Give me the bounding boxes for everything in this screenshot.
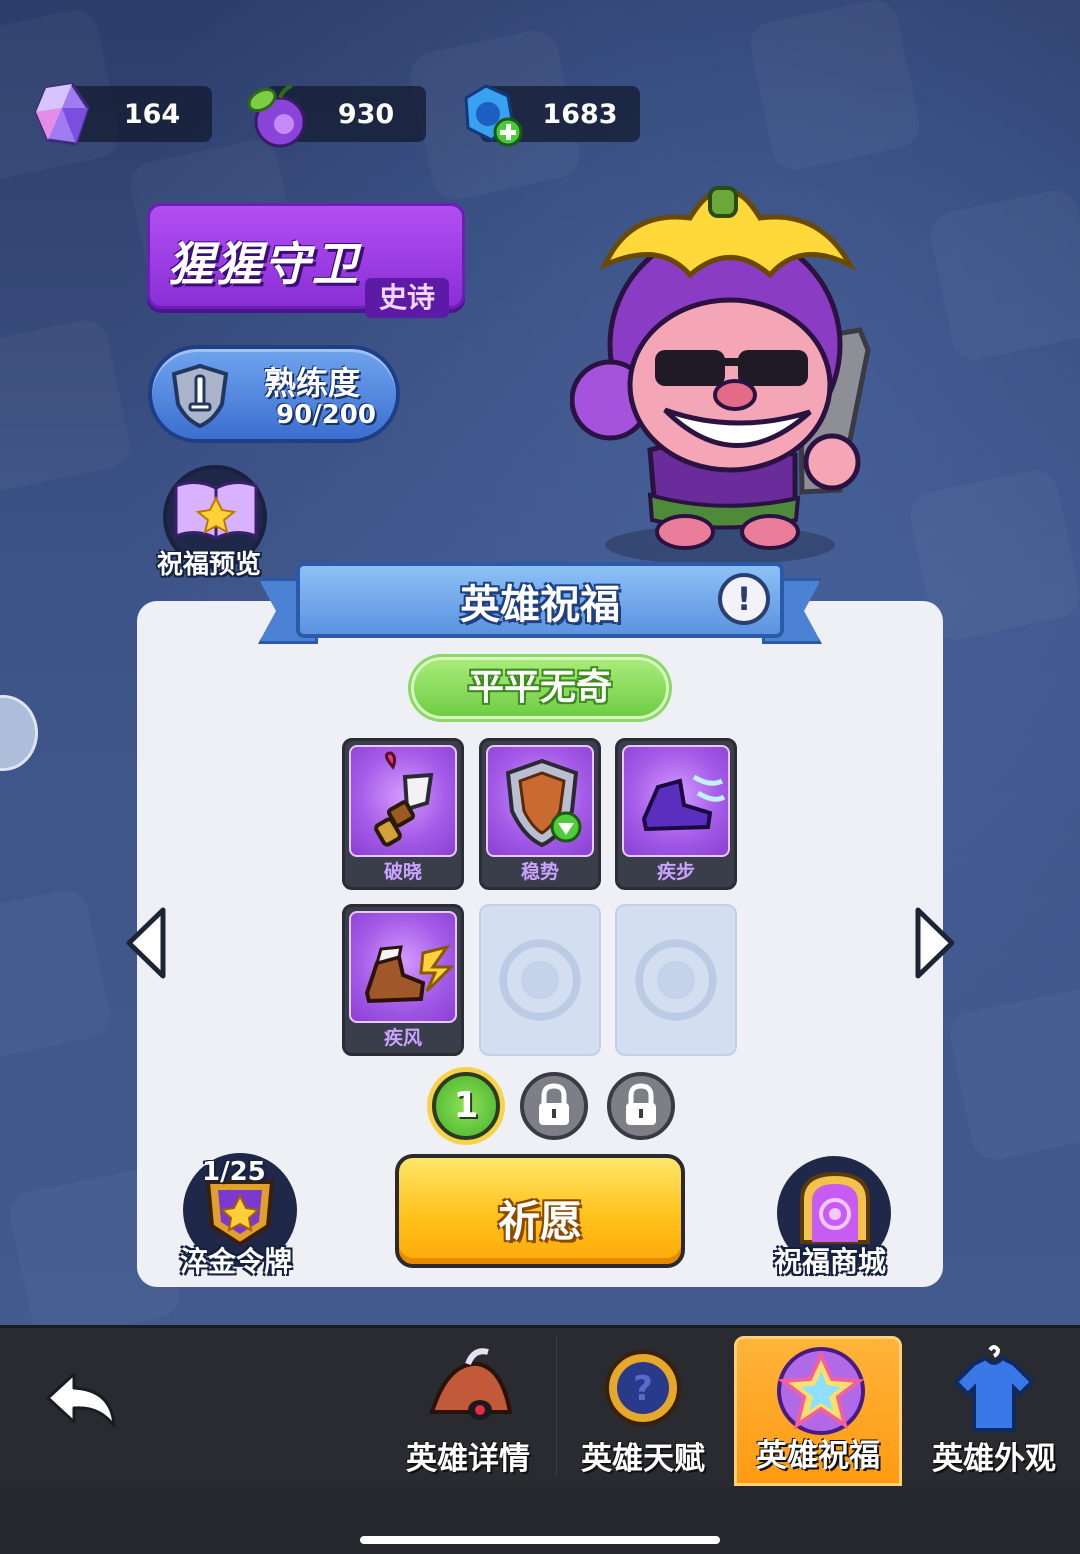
shield-icon — [505, 758, 582, 848]
card-face — [622, 745, 730, 857]
blessing-card-steady[interactable]: 稳势 — [479, 738, 601, 890]
blessing-shop-label: 祝福商城 — [774, 1245, 887, 1278]
tab-hero-appearance[interactable]: 英雄外观 — [910, 1336, 1078, 1486]
previous-arrow-icon[interactable] — [125, 906, 167, 980]
book-icon — [174, 481, 258, 540]
svg-text:?: ? — [633, 1369, 653, 1409]
card-face — [349, 745, 457, 857]
card-label: 疾风 — [383, 1027, 422, 1049]
page-number: 1 — [453, 1085, 479, 1126]
card-label: 破晓 — [383, 861, 422, 883]
info-button[interactable]: ! — [718, 573, 770, 625]
tab-hero-talent[interactable]: ? 英雄天赋 — [559, 1336, 727, 1486]
tshirt-icon — [953, 1345, 1035, 1432]
tab-label: 英雄祝福 — [756, 1438, 880, 1474]
talent-medal-icon: ? — [605, 1350, 681, 1426]
tab-hero-blessing[interactable]: 英雄祝福 — [734, 1336, 902, 1486]
gold-token-count: 1/25 — [202, 1157, 266, 1187]
crystal-icon — [34, 82, 90, 146]
gold-token-label: 淬金令牌 — [180, 1245, 293, 1278]
blessing-tier-badge: 平平无奇 — [411, 657, 669, 719]
lock-icon — [626, 1083, 656, 1125]
lock-icon — [539, 1083, 569, 1125]
blessing-star-icon — [777, 1347, 865, 1435]
tab-label: 英雄外观 — [932, 1441, 1056, 1477]
hero-hat-icon — [429, 1348, 513, 1420]
card-face — [486, 745, 594, 857]
dagger-icon — [374, 751, 434, 847]
home-indicator[interactable] — [360, 1536, 720, 1544]
empty-slot-emblem-icon — [499, 939, 581, 1021]
back-arrow-icon[interactable] — [44, 1368, 120, 1432]
empty-blessing-slot — [615, 904, 737, 1056]
rarity-badge: 史诗 — [365, 278, 449, 318]
blessing-card-gale[interactable]: 疾风 — [342, 904, 464, 1056]
pray-button-label: 祈愿 — [497, 1197, 582, 1246]
wind-boot-icon — [364, 944, 455, 1004]
blessing-preview-label: 祝福预览 — [157, 550, 262, 580]
card-label: 稳势 — [520, 861, 559, 883]
proficiency-label: 熟练度 — [264, 364, 361, 402]
page-2-locked[interactable] — [520, 1072, 588, 1140]
magic-fruit-icon — [247, 84, 306, 148]
dash-boot-icon — [641, 774, 726, 832]
hero-character — [570, 186, 871, 565]
tab-label: 英雄天赋 — [581, 1441, 705, 1477]
page-3-locked[interactable] — [607, 1072, 675, 1140]
tab-separator — [556, 1336, 557, 1476]
blessing-card-dawn[interactable]: 破晓 — [342, 738, 464, 890]
portal-shop-icon — [800, 1171, 870, 1244]
blessing-card-swift-step[interactable]: 疾步 — [615, 738, 737, 890]
hero-name: 猩猩守卫 — [168, 237, 360, 291]
blue-gem-plus-icon[interactable] — [452, 78, 526, 152]
card-face — [349, 911, 457, 1023]
next-arrow-icon[interactable] — [914, 906, 956, 980]
empty-slot-emblem-icon — [635, 939, 717, 1021]
proficiency-value: 90/200 — [276, 400, 376, 430]
panel-title: 英雄祝福 — [460, 582, 620, 628]
page-1-button[interactable]: 1 — [432, 1072, 500, 1140]
tab-hero-details[interactable]: 英雄详情 — [384, 1336, 552, 1486]
card-label: 疾步 — [656, 861, 695, 883]
tab-label: 英雄详情 — [406, 1441, 530, 1477]
empty-blessing-slot — [479, 904, 601, 1056]
sword-shield-icon — [171, 363, 229, 429]
